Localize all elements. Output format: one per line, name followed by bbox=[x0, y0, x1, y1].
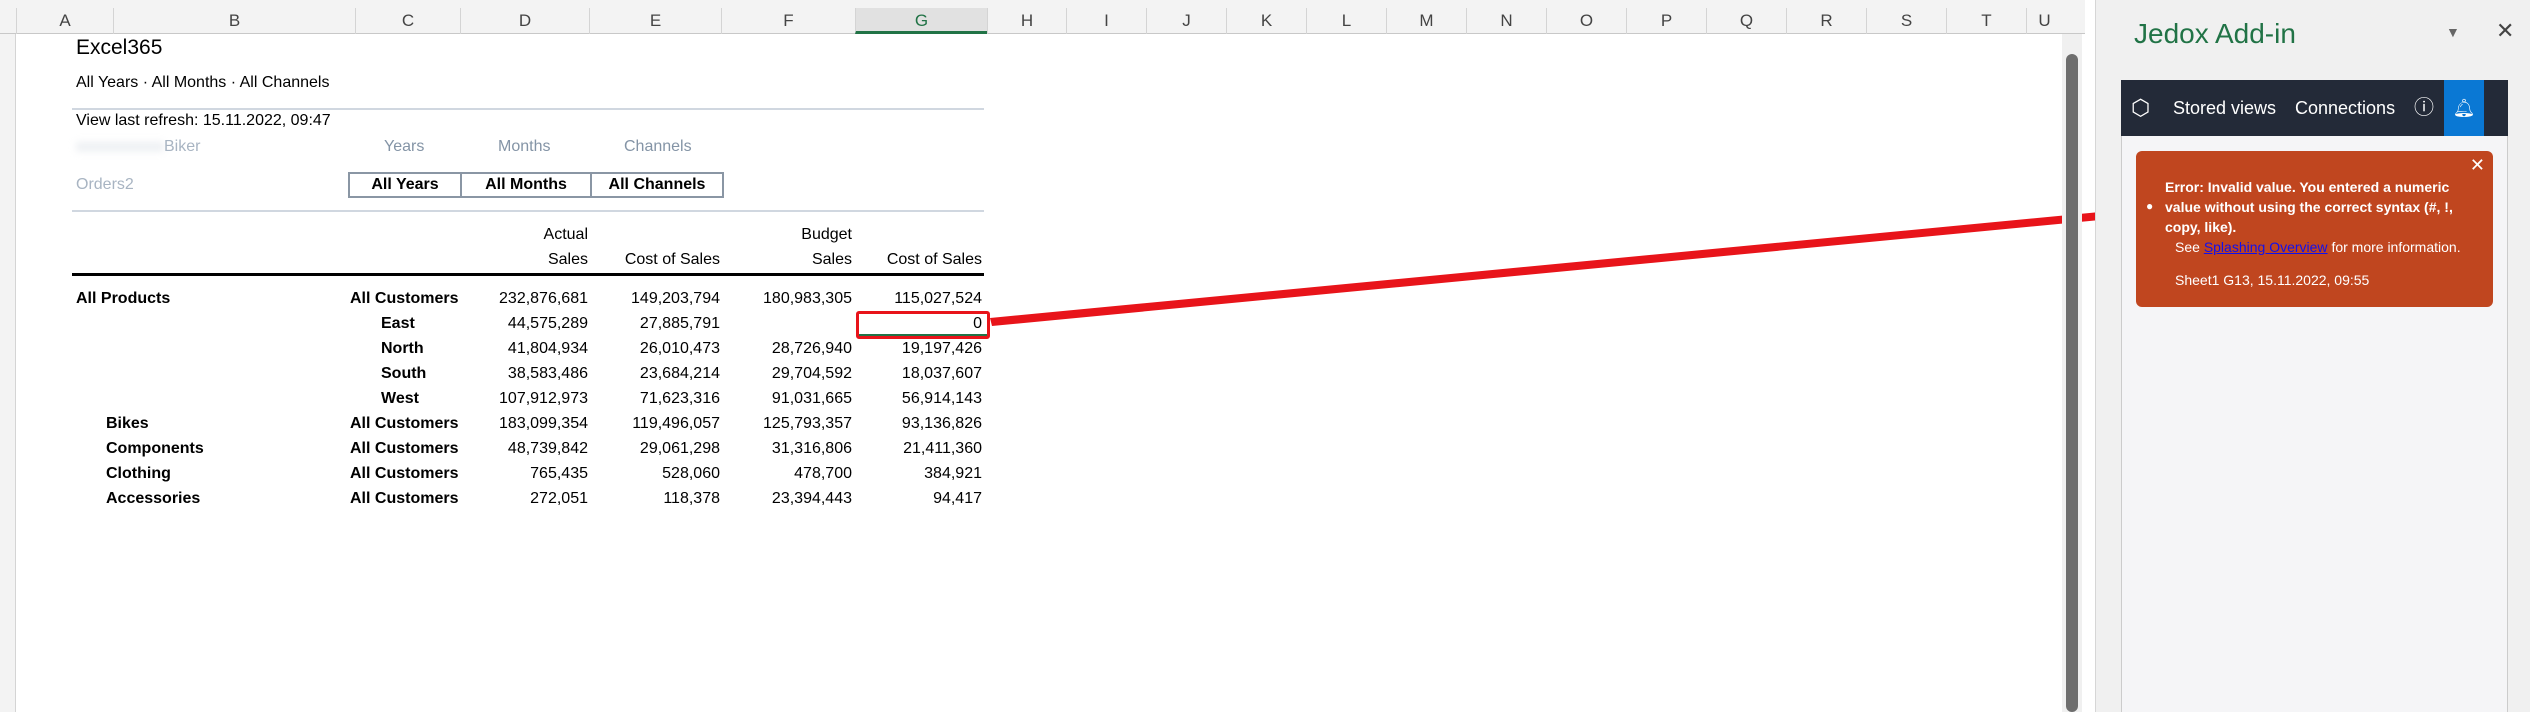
error-message: Error: Invalid value. You entered a nume… bbox=[2165, 179, 2453, 235]
info-icon[interactable]: ⓘ bbox=[2414, 80, 2434, 136]
bullet-icon: ● bbox=[2146, 199, 2154, 213]
panel-menu-chevron-icon[interactable]: ▼ bbox=[2446, 24, 2460, 40]
dismiss-error-icon[interactable]: ✕ bbox=[2470, 155, 2485, 176]
jedox-taskpane: Jedox Add-in ▼ ✕ ⬡ Stored views Connecti… bbox=[2095, 0, 2530, 712]
after-link-text: for more information. bbox=[2331, 239, 2461, 255]
arrow-shape bbox=[990, 190, 2135, 326]
scrollbar-thumb[interactable] bbox=[2066, 54, 2078, 712]
error-meta: Sheet1 G13, 15.11.2022, 09:55 bbox=[2175, 272, 2370, 288]
nav-connections[interactable]: Connections bbox=[2295, 80, 2395, 136]
error-see-more: See Splashing Overview for more informat… bbox=[2175, 239, 2461, 255]
see-text: See bbox=[2175, 239, 2200, 255]
error-notification: ✕ ● Error: Invalid value. You entered a … bbox=[2136, 151, 2493, 307]
panel-nav: ⬡ Stored views Connections ⓘ 🔔︎ bbox=[2121, 80, 2508, 136]
panel-title: Jedox Add-in bbox=[2134, 18, 2296, 49]
vertical-scrollbar[interactable] bbox=[2062, 34, 2082, 712]
settings-icon[interactable]: ⬡ bbox=[2131, 80, 2150, 136]
splashing-overview-link[interactable]: Splashing Overview bbox=[2204, 239, 2328, 255]
panel-close-icon[interactable]: ✕ bbox=[2496, 18, 2514, 44]
notifications-bell-icon[interactable]: 🔔︎ bbox=[2444, 80, 2484, 136]
nav-stored-views[interactable]: Stored views bbox=[2173, 80, 2276, 136]
